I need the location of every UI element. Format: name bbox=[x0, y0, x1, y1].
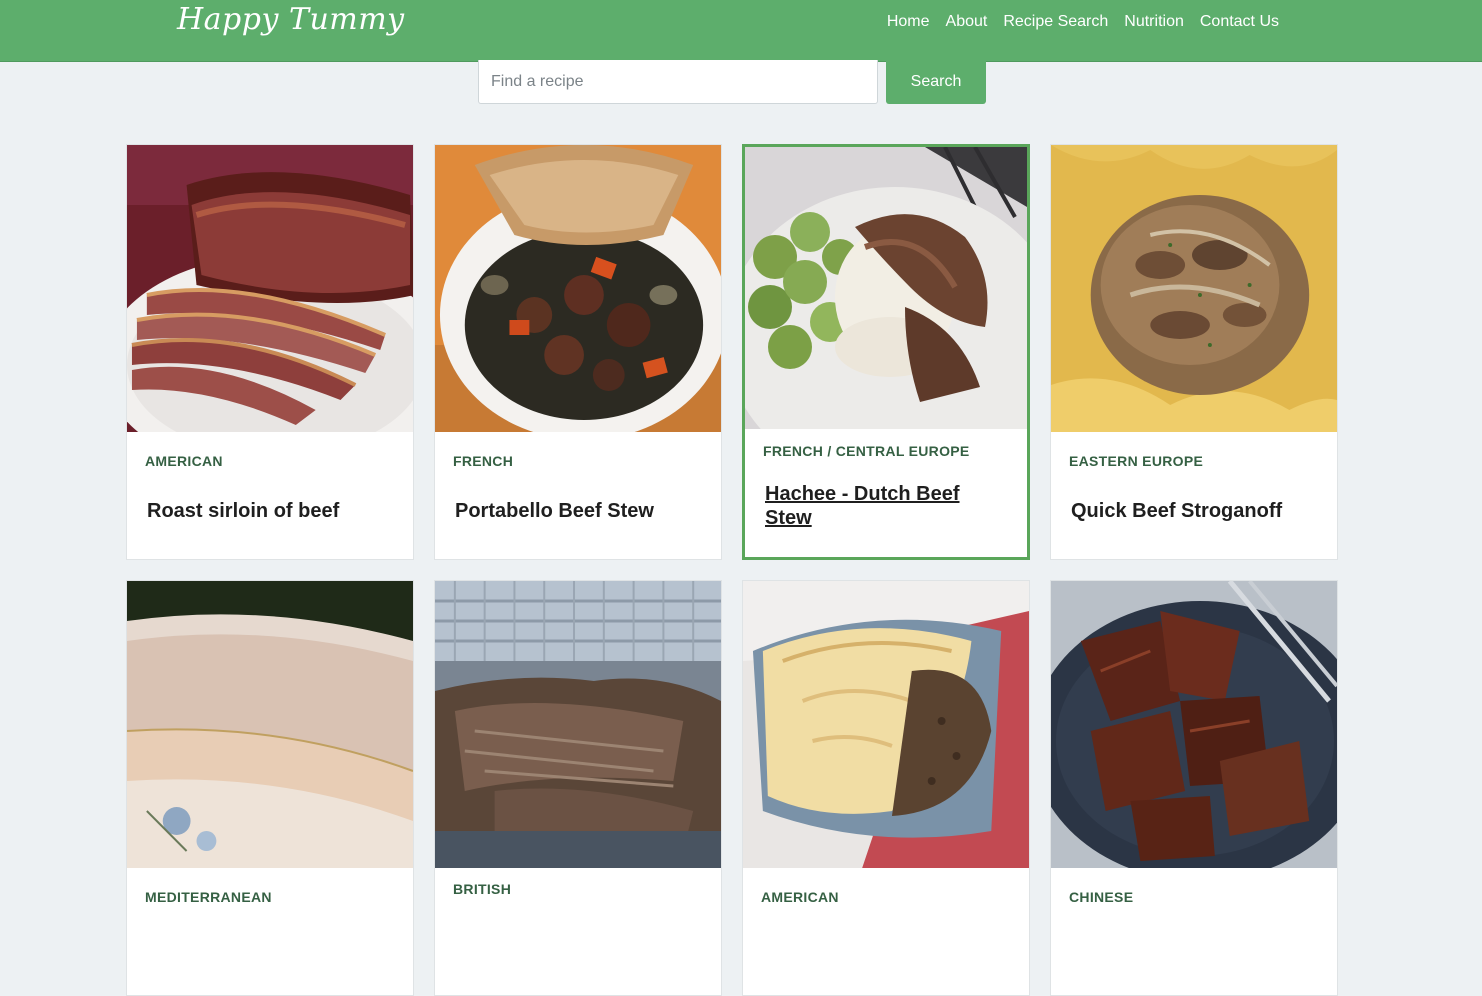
search-bar: Search bbox=[478, 60, 988, 104]
recipe-card[interactable]: EASTERN EUROPE Quick Beef Stroganoff bbox=[1050, 144, 1338, 560]
braised-beef-image[interactable] bbox=[1051, 581, 1337, 868]
recipe-category: AMERICAN bbox=[761, 889, 839, 905]
nav-contact-link[interactable]: Contact Us bbox=[1200, 12, 1279, 32]
recipe-card[interactable]: BRITISH bbox=[434, 580, 722, 996]
recipe-card[interactable]: AMERICAN bbox=[742, 580, 1030, 996]
recipe-title[interactable]: Quick Beef Stroganoff bbox=[1071, 499, 1319, 523]
recipe-category: FRENCH / CENTRAL EUROPE bbox=[763, 443, 970, 459]
recipe-category: FRENCH bbox=[453, 453, 514, 469]
site-logo[interactable]: Happy Tummy bbox=[177, 2, 405, 37]
recipe-category: AMERICAN bbox=[145, 453, 223, 469]
recipe-title[interactable]: Portabello Beef Stew bbox=[455, 499, 703, 523]
pulled-beef-image[interactable] bbox=[435, 581, 721, 868]
recipe-card[interactable]: MEDITERRANEAN bbox=[126, 580, 414, 996]
search-button[interactable]: Search bbox=[886, 60, 986, 104]
recipe-title[interactable]: Roast sirloin of beef bbox=[147, 499, 395, 523]
beef-pie-image[interactable] bbox=[743, 581, 1029, 868]
roast-beef-image[interactable] bbox=[127, 145, 413, 432]
broth-cup-image[interactable] bbox=[127, 581, 413, 868]
recipe-card[interactable]: AMERICAN Roast sirloin of beef bbox=[126, 144, 414, 560]
hachee-image[interactable] bbox=[745, 147, 1027, 429]
navbar: Happy Tummy Home About Recipe Search Nut… bbox=[0, 0, 1482, 62]
recipe-category: EASTERN EUROPE bbox=[1069, 453, 1204, 469]
stroganoff-image[interactable] bbox=[1051, 145, 1337, 432]
recipe-category: CHINESE bbox=[1069, 889, 1134, 905]
nav-recipe-search-link[interactable]: Recipe Search bbox=[1003, 12, 1108, 32]
recipe-category: BRITISH bbox=[453, 881, 512, 897]
search-input[interactable] bbox=[478, 60, 878, 104]
nav-nutrition-link[interactable]: Nutrition bbox=[1124, 12, 1184, 32]
nav-about-link[interactable]: About bbox=[946, 12, 988, 32]
nav-home-link[interactable]: Home bbox=[887, 12, 930, 32]
recipe-title[interactable]: Hachee - Dutch Beef Stew bbox=[765, 482, 1009, 530]
recipe-card[interactable]: CHINESE bbox=[1050, 580, 1338, 996]
nav-links: Home About Recipe Search Nutrition Conta… bbox=[887, 12, 1279, 32]
recipe-card[interactable]: FRENCH / CENTRAL EUROPE Hachee - Dutch B… bbox=[742, 144, 1030, 560]
beef-stew-image[interactable] bbox=[435, 145, 721, 432]
recipe-card[interactable]: FRENCH Portabello Beef Stew bbox=[434, 144, 722, 560]
recipe-category: MEDITERRANEAN bbox=[145, 889, 272, 905]
